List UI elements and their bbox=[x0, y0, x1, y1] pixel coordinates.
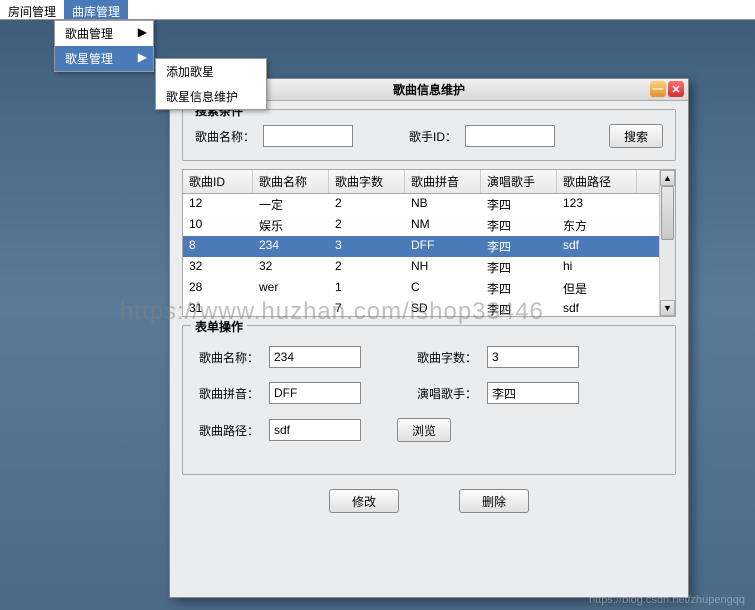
submenu-item-stars[interactable]: 歌星管理 ▶ bbox=[55, 46, 153, 71]
scroll-down-icon[interactable]: ▼ bbox=[660, 300, 675, 316]
label-singer-id: 歌手ID： bbox=[409, 128, 457, 145]
submenu-item-songs[interactable]: 歌曲管理 ▶ bbox=[55, 21, 153, 46]
submenu-songdb: 歌曲管理 ▶ 歌星管理 ▶ bbox=[54, 20, 154, 72]
table-scrollbar[interactable]: ▲ ▼ bbox=[659, 170, 675, 316]
menu-room[interactable]: 房间管理 bbox=[0, 0, 64, 19]
table-row[interactable]: 12一定2NB李四123 bbox=[183, 194, 659, 215]
modify-button[interactable]: 修改 bbox=[329, 489, 399, 513]
song-table: 歌曲ID歌曲名称歌曲字数歌曲拼音演唱歌手歌曲路径 12一定2NB李四12310娱… bbox=[182, 169, 676, 317]
scroll-thumb[interactable] bbox=[661, 186, 674, 240]
column-header[interactable]: 演唱歌手 bbox=[481, 170, 557, 193]
table-cell: 31 bbox=[183, 299, 253, 316]
table-row[interactable]: 10娱乐2NM李四东方 bbox=[183, 215, 659, 236]
search-button[interactable]: 搜索 bbox=[609, 124, 663, 148]
form-singer-input[interactable] bbox=[487, 382, 579, 404]
label-path: 歌曲路径： bbox=[199, 422, 261, 439]
table-cell: 10 bbox=[183, 215, 253, 236]
label-song-name: 歌曲名称： bbox=[195, 128, 255, 145]
group-form: 表单操作 歌曲名称： 歌曲字数： 歌曲拼音： 演唱歌手： 歌曲路 bbox=[182, 325, 676, 475]
table-cell: 李四 bbox=[481, 236, 557, 257]
label-pinyin: 歌曲拼音： bbox=[199, 385, 261, 402]
table-cell: 2 bbox=[329, 215, 405, 236]
table-cell: 3 bbox=[329, 236, 405, 257]
form-name-input[interactable] bbox=[269, 346, 361, 368]
submenu-item-add-star[interactable]: 添加歌星 bbox=[156, 59, 266, 84]
column-header[interactable]: 歌曲名称 bbox=[253, 170, 329, 193]
table-row[interactable]: 31 7SD李四sdf bbox=[183, 299, 659, 316]
table-cell: sdf bbox=[557, 299, 637, 316]
table-cell: hi bbox=[557, 257, 637, 278]
label-name: 歌曲名称： bbox=[199, 349, 261, 366]
table-cell: 8 bbox=[183, 236, 253, 257]
table-cell: SD bbox=[405, 299, 481, 316]
table-cell: 123 bbox=[557, 194, 637, 215]
table-cell: 1 bbox=[329, 278, 405, 299]
table-cell: C bbox=[405, 278, 481, 299]
submenu-label: 歌星管理 bbox=[65, 52, 113, 66]
column-header[interactable]: 歌曲拼音 bbox=[405, 170, 481, 193]
label-count: 歌曲字数： bbox=[417, 349, 479, 366]
table-cell: NM bbox=[405, 215, 481, 236]
footer-watermark: https://blog.csdn.net/zhupengqq bbox=[589, 594, 745, 606]
table-cell: 2 bbox=[329, 257, 405, 278]
column-header[interactable]: 歌曲路径 bbox=[557, 170, 637, 193]
chevron-right-icon: ▶ bbox=[138, 50, 147, 64]
table-cell: NB bbox=[405, 194, 481, 215]
table-row[interactable]: 32322NH李四hi bbox=[183, 257, 659, 278]
close-icon[interactable]: ✕ bbox=[668, 81, 684, 97]
table-cell: 娱乐 bbox=[253, 215, 329, 236]
group-search: 搜索条件 歌曲名称： 歌手ID： 搜索 bbox=[182, 109, 676, 161]
submenu-item-star-maint[interactable]: 歌星信息维护 bbox=[156, 84, 266, 109]
table-cell: 12 bbox=[183, 194, 253, 215]
table-cell: 28 bbox=[183, 278, 253, 299]
dialog-song-info: 歌曲信息维护 — ✕ 搜索条件 歌曲名称： 歌手ID： 搜索 歌曲ID歌曲名称歌… bbox=[169, 78, 689, 598]
table-cell: 234 bbox=[253, 236, 329, 257]
table-cell: 东方 bbox=[557, 215, 637, 236]
column-header[interactable]: 歌曲字数 bbox=[329, 170, 405, 193]
minimize-icon[interactable]: — bbox=[650, 81, 666, 97]
table-cell: 32 bbox=[183, 257, 253, 278]
table-cell: sdf bbox=[557, 236, 637, 257]
table-cell: 7 bbox=[329, 299, 405, 316]
table-cell: 李四 bbox=[481, 257, 557, 278]
search-id-input[interactable] bbox=[465, 125, 555, 147]
table-cell: DFF bbox=[405, 236, 481, 257]
form-path-input[interactable] bbox=[269, 419, 361, 441]
table-cell: 2 bbox=[329, 194, 405, 215]
menu-songdb[interactable]: 曲库管理 bbox=[64, 0, 128, 19]
group-form-title: 表单操作 bbox=[191, 318, 247, 335]
table-cell: 李四 bbox=[481, 299, 557, 316]
menubar: 房间管理 曲库管理 bbox=[0, 0, 755, 20]
table-cell: 但是 bbox=[557, 278, 637, 299]
submenu-label: 歌曲管理 bbox=[65, 27, 113, 41]
table-cell: NH bbox=[405, 257, 481, 278]
delete-button[interactable]: 删除 bbox=[459, 489, 529, 513]
chevron-right-icon: ▶ bbox=[138, 25, 147, 39]
table-cell bbox=[253, 299, 329, 316]
column-header[interactable]: 歌曲ID bbox=[183, 170, 253, 193]
table-cell: 李四 bbox=[481, 194, 557, 215]
table-row[interactable]: 28wer1C李四但是 bbox=[183, 278, 659, 299]
submenu-stars: 添加歌星 歌星信息维护 bbox=[155, 58, 267, 110]
label-singer: 演唱歌手： bbox=[417, 385, 479, 402]
search-name-input[interactable] bbox=[263, 125, 353, 147]
table-row[interactable]: 82343DFF李四sdf bbox=[183, 236, 659, 257]
dialog-title: 歌曲信息维护 bbox=[393, 81, 465, 98]
scroll-up-icon[interactable]: ▲ bbox=[660, 170, 675, 186]
table-cell: 李四 bbox=[481, 278, 557, 299]
form-pinyin-input[interactable] bbox=[269, 382, 361, 404]
table-cell: 一定 bbox=[253, 194, 329, 215]
browse-button[interactable]: 浏览 bbox=[397, 418, 451, 442]
form-count-input[interactable] bbox=[487, 346, 579, 368]
table-cell: wer bbox=[253, 278, 329, 299]
table-cell: 李四 bbox=[481, 215, 557, 236]
table-cell: 32 bbox=[253, 257, 329, 278]
